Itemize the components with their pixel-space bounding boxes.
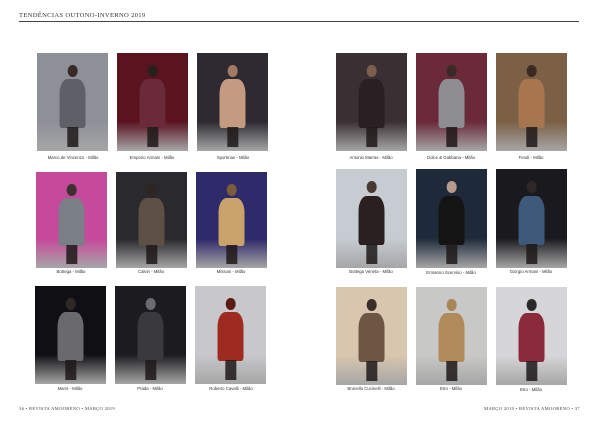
model-head [366,64,377,77]
model-legs [445,361,458,382]
model-head [526,298,537,311]
runway-photo [35,286,106,384]
model-legs [525,361,538,382]
model-outfit [138,197,165,246]
model-legs [525,244,538,265]
model-head [146,183,157,196]
photo-caption: Prada - Milão [137,386,163,391]
runway-photo [496,287,567,385]
model-legs [145,244,158,265]
model-head [446,298,457,311]
model-outfit [139,79,166,129]
model-legs [365,244,378,265]
header-rule [19,21,579,22]
photo-caption: Calvin - Milão [137,269,165,274]
model-legs [66,127,79,148]
model-head [225,297,236,310]
model-outfit [518,79,545,129]
model-head [147,64,158,77]
photo-caption: Sportmax - Milão [216,155,250,160]
runway-photo [336,287,407,385]
model-head [226,183,237,196]
model-outfit [218,197,245,246]
runway-photo [336,53,407,151]
model-legs [64,360,77,381]
model-outfit [518,313,545,363]
model-legs [445,244,458,265]
model-outfit [518,195,545,246]
model-head [366,180,377,193]
photo-caption: Giorgio Armani - Milão [509,269,553,274]
model-outfit [57,312,84,362]
model-legs [65,244,78,265]
photo-caption: Marco de Vincenzo - Milão [47,155,99,160]
model-head [526,180,537,193]
runway-photo [115,286,186,384]
model-head [67,64,78,77]
model-outfit [59,79,86,129]
model-legs [144,360,157,381]
model-head [446,64,457,77]
model-legs [224,360,237,381]
runway-photo [496,169,567,268]
model-legs [226,127,239,148]
model-outfit [217,312,244,362]
photo-caption: Missoni - Milão [216,269,246,274]
model-outfit [58,197,85,246]
model-head [446,180,457,193]
runway-photo [116,172,187,268]
model-head [145,297,156,310]
model-legs [146,127,159,148]
photo-caption: Marni - Milão [57,386,83,391]
photo-caption: Emporio Armani - Milão [129,155,175,160]
runway-photo [36,172,107,268]
header-title: TENDÊNCIAS OUTONO-INVERNO 2019 [19,12,146,19]
model-head [65,297,76,310]
runway-photo [197,53,268,151]
runway-photo [416,53,487,151]
photo-caption: Ermanno Scervino - Milão [426,270,476,275]
model-outfit [219,79,246,129]
runway-photo [117,53,188,151]
runway-photo [336,169,407,268]
runway-photo [416,287,487,385]
model-outfit [137,312,164,362]
model-outfit [438,195,465,246]
page-footer-right: MARÇO 2019 • REVISTA AMOORENO • 37 [484,406,580,411]
model-outfit [358,313,385,363]
photo-caption: Roberto Cavalli - Milão [209,386,253,391]
runway-photo [196,172,267,268]
model-head [526,64,537,77]
runway-photo [496,53,567,151]
model-outfit [358,79,385,129]
runway-photo [195,286,266,384]
photo-caption: Brunello Cucinelli - Milão [347,386,395,391]
model-head [366,298,377,311]
model-legs [445,127,458,148]
photo-caption: Bottega - Milão [56,269,86,274]
photo-caption: Etro - Milão [440,386,462,391]
page-footer-left: 36 • REVISTA AMOORENO • MARÇO 2019 [19,406,115,411]
runway-photo [416,169,487,268]
model-legs [225,244,238,265]
photo-caption: Dolce & Gabbana - Milão [426,155,475,160]
model-outfit [438,313,465,363]
model-legs [365,361,378,382]
model-legs [525,127,538,148]
runway-photo [37,53,108,151]
model-head [227,64,238,77]
photo-caption: Etro - Milão [520,387,542,392]
photo-caption: Bottega Veneta - Milão [349,269,393,274]
photo-caption: Fendi - Milão [518,155,544,160]
model-outfit [358,195,385,246]
model-head [66,183,77,196]
model-outfit [438,79,465,129]
photo-caption: Antonio Marras - Milão [349,155,393,160]
model-legs [365,127,378,148]
